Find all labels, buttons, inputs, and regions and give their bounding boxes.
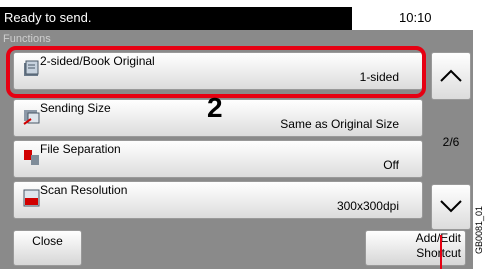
figure-id: GB0081_01: [470, 200, 490, 269]
sending-size-icon: [23, 110, 40, 125]
item-value: Off: [383, 158, 399, 172]
shortcut-label-line2: Shortcut: [416, 246, 461, 260]
add-edit-shortcut-button[interactable]: Add/Edit Shortcut: [365, 230, 466, 266]
chevron-up-icon: [440, 69, 462, 82]
figure-id-text: GB0081_01: [474, 205, 485, 255]
scroll-down-button[interactable]: [431, 184, 471, 230]
file-separation-icon: [24, 150, 39, 165]
item-file-separation[interactable]: File Separation Off: [13, 140, 423, 178]
item-value: 300x300dpi: [336, 199, 399, 213]
item-value: Same as Original Size: [280, 117, 399, 131]
highlight-frame: [6, 46, 426, 98]
page-indicator: 2/6: [442, 135, 460, 149]
scroll-up-button[interactable]: [431, 52, 471, 100]
scan-resolution-icon: [23, 189, 40, 207]
item-label: File Separation: [40, 142, 121, 156]
status-message: Ready to send.: [4, 10, 92, 25]
item-scan-resolution[interactable]: Scan Resolution 300x300dpi: [13, 181, 423, 219]
item-label: Scan Resolution: [40, 183, 128, 197]
close-label: Close: [32, 234, 63, 248]
shortcut-label-line1: Add/Edit: [415, 231, 461, 245]
step-callout: 2: [207, 92, 223, 123]
close-button[interactable]: Close: [13, 230, 82, 266]
status-time: 10:10: [399, 10, 432, 25]
item-label: Sending Size: [40, 101, 111, 115]
chevron-down-icon: [440, 200, 462, 213]
leader-line: [440, 235, 442, 269]
panel-title: Functions: [3, 33, 51, 45]
